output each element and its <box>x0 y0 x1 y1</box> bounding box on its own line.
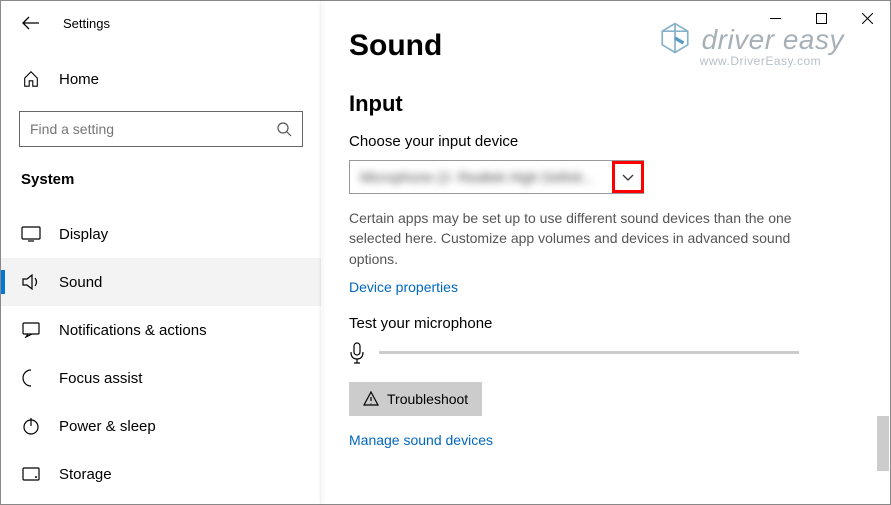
sidebar-item-label: Display <box>59 226 108 243</box>
focus-assist-icon <box>21 368 41 388</box>
mic-test-row <box>349 342 840 364</box>
sidebar-item-label: Focus assist <box>59 370 142 387</box>
test-mic-label: Test your microphone <box>349 315 840 332</box>
storage-icon <box>21 464 41 484</box>
chevron-down-icon <box>622 169 634 185</box>
search-input-box[interactable] <box>19 111 303 147</box>
sidebar-item-focus-assist[interactable]: Focus assist <box>1 354 321 402</box>
content-area: Sound Input Choose your input device Mic… <box>321 1 890 504</box>
section-input-title: Input <box>349 91 840 117</box>
sidebar-item-label: Sound <box>59 274 102 291</box>
microphone-icon <box>349 342 367 364</box>
troubleshoot-button[interactable]: Troubleshoot <box>349 382 482 416</box>
dropdown-chevron-highlight[interactable] <box>612 161 644 193</box>
display-icon <box>21 224 41 244</box>
notifications-icon <box>21 320 41 340</box>
scrollbar-thumb[interactable] <box>877 416 889 471</box>
manage-sound-devices-link[interactable]: Manage sound devices <box>349 432 493 448</box>
search-input[interactable] <box>30 121 276 137</box>
search-icon <box>276 121 292 137</box>
settings-window: driver easy www.DriverEasy.com Settings … <box>0 0 891 505</box>
sidebar-item-power-sleep[interactable]: Power & sleep <box>1 402 321 450</box>
sound-icon <box>21 272 41 292</box>
sidebar-section-label: System <box>1 165 321 202</box>
sidebar-item-storage[interactable]: Storage <box>1 450 321 498</box>
warning-icon <box>363 391 379 407</box>
input-help-text: Certain apps may be set up to use differ… <box>349 208 809 269</box>
sidebar-nav-list: Display Sound Notifications & actions Fo… <box>1 210 321 498</box>
choose-input-label: Choose your input device <box>349 133 840 150</box>
power-icon <box>21 416 41 436</box>
sidebar-home[interactable]: Home <box>1 59 321 99</box>
sidebar-item-label: Power & sleep <box>59 418 156 435</box>
sidebar-item-notifications[interactable]: Notifications & actions <box>1 306 321 354</box>
page-title: Sound <box>349 29 840 63</box>
input-device-dropdown[interactable]: Microphone (2- Realtek High Definit... <box>349 160 644 194</box>
device-properties-link[interactable]: Device properties <box>349 279 458 295</box>
sidebar: Settings Home System Display <box>1 1 321 504</box>
mic-level-bar <box>379 351 799 354</box>
sidebar-item-label: Notifications & actions <box>59 322 207 339</box>
sidebar-item-label: Storage <box>59 466 112 483</box>
troubleshoot-label: Troubleshoot <box>387 391 468 407</box>
sidebar-item-sound[interactable]: Sound <box>1 258 321 306</box>
sidebar-item-display[interactable]: Display <box>1 210 321 258</box>
back-button[interactable] <box>21 13 41 33</box>
home-icon <box>21 69 41 89</box>
app-title: Settings <box>63 16 110 31</box>
home-label: Home <box>59 71 99 88</box>
dropdown-selected-value: Microphone (2- Realtek High Definit... <box>350 169 613 185</box>
